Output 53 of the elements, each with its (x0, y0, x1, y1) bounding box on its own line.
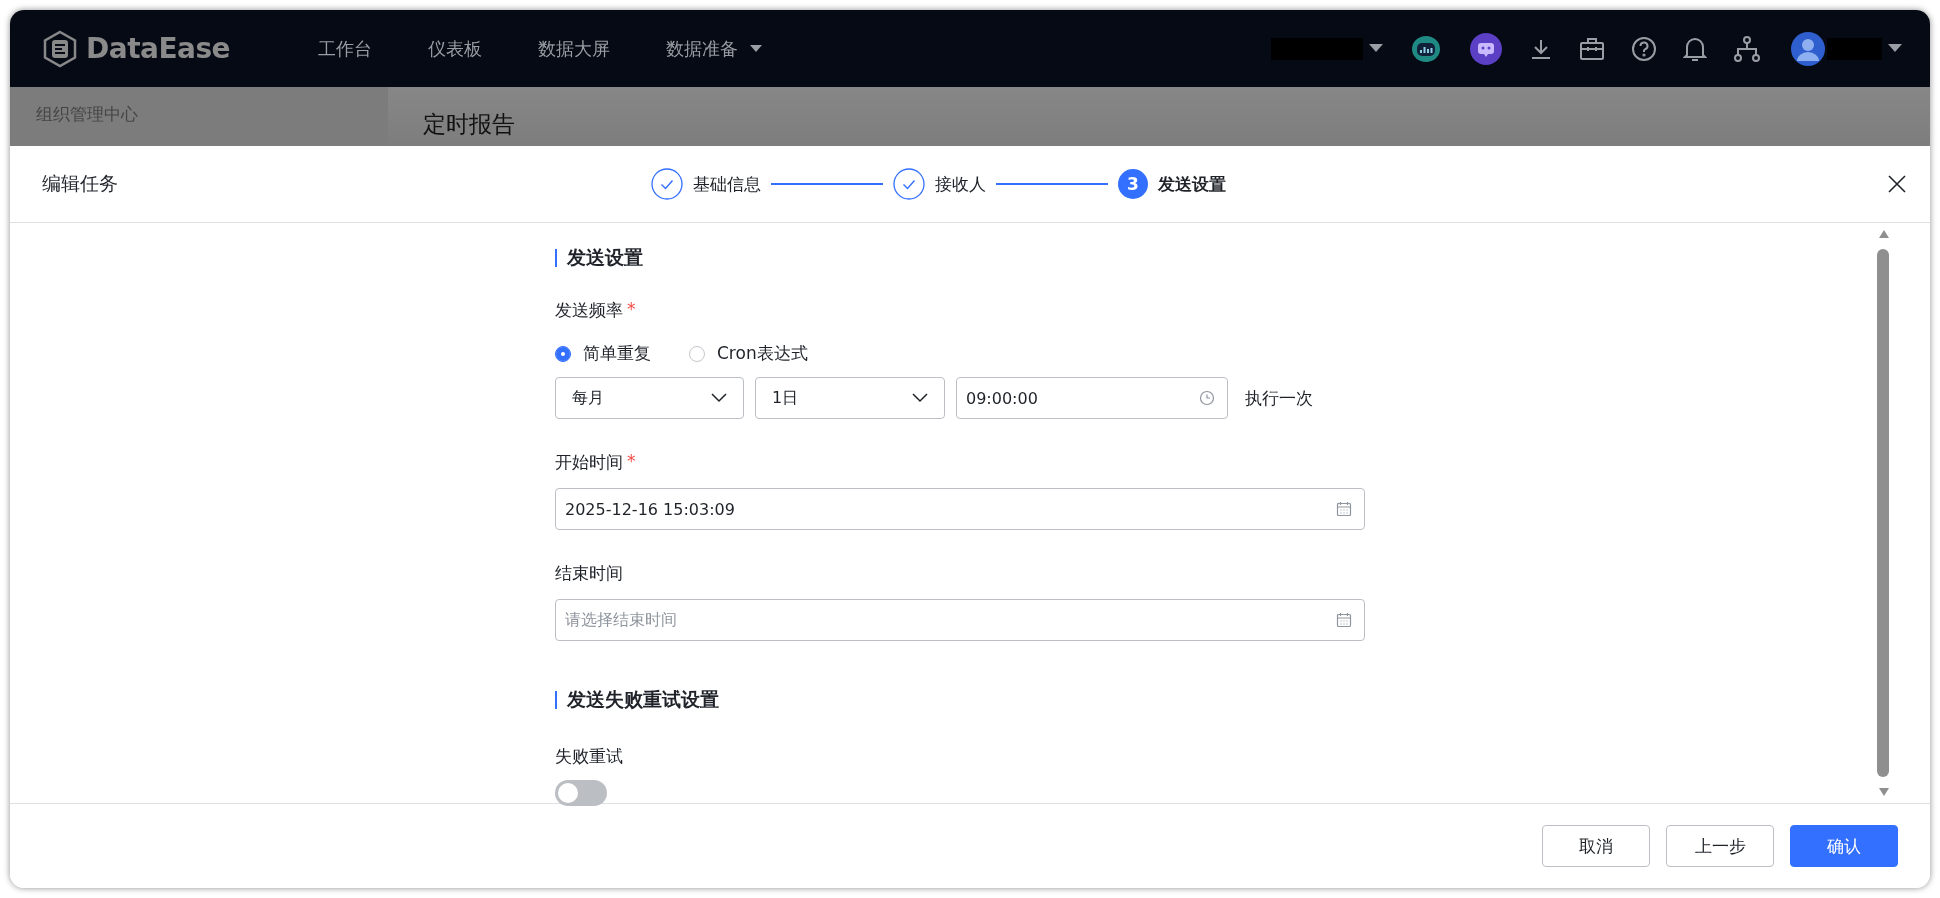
scroll-thumb[interactable] (1877, 249, 1889, 777)
chevron-down-icon[interactable] (711, 393, 727, 403)
step-label: 接收人 (935, 172, 986, 196)
nav-menu-item[interactable]: 数据准备 (666, 36, 762, 61)
required-mark: * (627, 451, 636, 473)
chat-bot-icon[interactable] (1469, 31, 1503, 66)
nav-menu-item[interactable]: 仪表板 (428, 36, 482, 61)
period-select[interactable]: 每月 (555, 377, 744, 419)
clock-icon[interactable] (1199, 390, 1215, 406)
step-label: 基础信息 (693, 172, 761, 196)
chevron-down-icon[interactable] (912, 393, 928, 403)
calendar-icon[interactable] (1336, 501, 1352, 517)
radio-button[interactable] (555, 345, 571, 362)
dialog-title: 编辑任务 (42, 171, 119, 196)
check-circle-icon (893, 168, 925, 200)
step-label: 发送设置 (1158, 172, 1226, 196)
org-tree-icon[interactable] (1733, 34, 1761, 63)
confirm-button[interactable]: 确认 (1790, 825, 1898, 867)
avatar-icon[interactable] (1791, 31, 1825, 66)
nav-menu-item[interactable]: 工作台 (318, 36, 372, 61)
day-select[interactable]: 1日 (755, 377, 945, 419)
briefcase-icon[interactable] (1579, 36, 1605, 61)
time-picker[interactable]: 09:00:00 (956, 377, 1228, 419)
scroll-up-icon[interactable] (1877, 229, 1890, 239)
caret-icon[interactable] (1888, 44, 1902, 53)
scroll-down-icon[interactable] (1877, 787, 1890, 797)
toggle-switch[interactable] (555, 780, 607, 806)
logo-icon (42, 29, 78, 68)
section-title: 发送设置 (567, 245, 643, 270)
bell-icon[interactable] (1683, 35, 1707, 62)
close-icon[interactable] (1888, 175, 1906, 193)
field-label: 结束时间 (555, 562, 623, 585)
help-icon[interactable] (1631, 35, 1657, 62)
required-mark: * (627, 299, 636, 321)
caret-icon[interactable] (750, 44, 762, 53)
calendar-icon[interactable] (1336, 612, 1352, 628)
logo-text: DataEase (86, 32, 231, 65)
field-label: 失败重试 (555, 745, 623, 768)
frequency-suffix: 执行一次 (1245, 386, 1313, 410)
chart-bot-icon[interactable] (1409, 33, 1443, 64)
field-label: 发送频率 (555, 299, 623, 322)
radio-label[interactable]: 简单重复 (583, 342, 651, 365)
check-circle-icon (651, 168, 683, 200)
page-title: 定时报告 (423, 111, 515, 137)
section-title: 发送失败重试设置 (567, 687, 719, 712)
footer-button[interactable]: 取消 (1542, 825, 1650, 867)
step-number: 3 (1118, 169, 1148, 199)
caret-icon[interactable] (1369, 44, 1383, 53)
nav-menu-item[interactable]: 数据大屏 (538, 36, 610, 61)
date-time-picker[interactable]: 2025-12-16 15:03:09 (555, 488, 1365, 530)
field-label: 开始时间 (555, 451, 623, 474)
radio-label[interactable]: Cron表达式 (717, 342, 808, 365)
footer-button[interactable]: 上一步 (1666, 825, 1774, 867)
